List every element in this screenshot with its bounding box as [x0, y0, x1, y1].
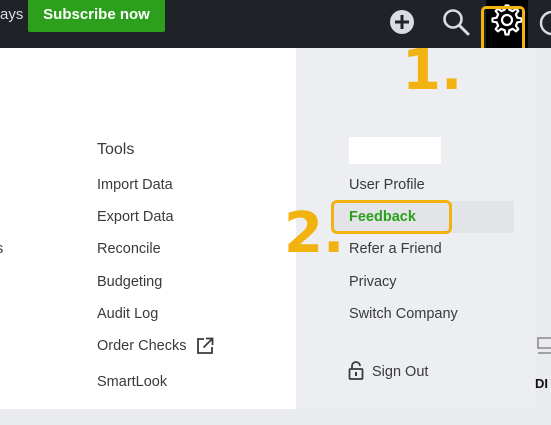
tools-section-title: Tools: [97, 141, 135, 158]
menu-item-export-data[interactable]: Export Data: [97, 209, 174, 225]
lock-icon: [348, 361, 364, 380]
top-bar: ays Subscribe now: [0, 0, 551, 48]
profile-header-blank: [349, 137, 441, 164]
menu-item-audit-log[interactable]: Audit Log: [97, 306, 158, 322]
help-icon[interactable]: [536, 8, 551, 38]
menu-item-reconcile[interactable]: Reconcile: [97, 241, 161, 257]
menu-item-user-profile[interactable]: User Profile: [349, 177, 425, 193]
menu-item-budgeting[interactable]: Budgeting: [97, 274, 162, 290]
trial-days-text: ays: [0, 6, 24, 23]
step-2-annotation: 2.: [284, 201, 345, 266]
search-icon[interactable]: [441, 7, 471, 37]
background-page-text: DI: [535, 376, 548, 391]
menu-item-smartlook[interactable]: SmartLook: [97, 374, 167, 390]
feedback-highlight-box: [331, 200, 452, 234]
cut-off-menu-item[interactable]: s: [0, 241, 3, 257]
menu-item-switch-company[interactable]: Switch Company: [349, 306, 458, 322]
menu-item-order-checks[interactable]: Order Checks: [97, 338, 186, 354]
subscribe-now-button[interactable]: Subscribe now: [28, 0, 165, 32]
plus-icon[interactable]: [389, 9, 415, 35]
sign-out-link[interactable]: Sign Out: [372, 364, 428, 380]
menu-item-refer-a-friend[interactable]: Refer a Friend: [349, 241, 442, 257]
menu-item-import-data[interactable]: Import Data: [97, 177, 173, 193]
step-1-annotation: 1.: [402, 38, 463, 103]
external-link-icon: [197, 337, 214, 354]
menu-item-privacy[interactable]: Privacy: [349, 274, 397, 290]
